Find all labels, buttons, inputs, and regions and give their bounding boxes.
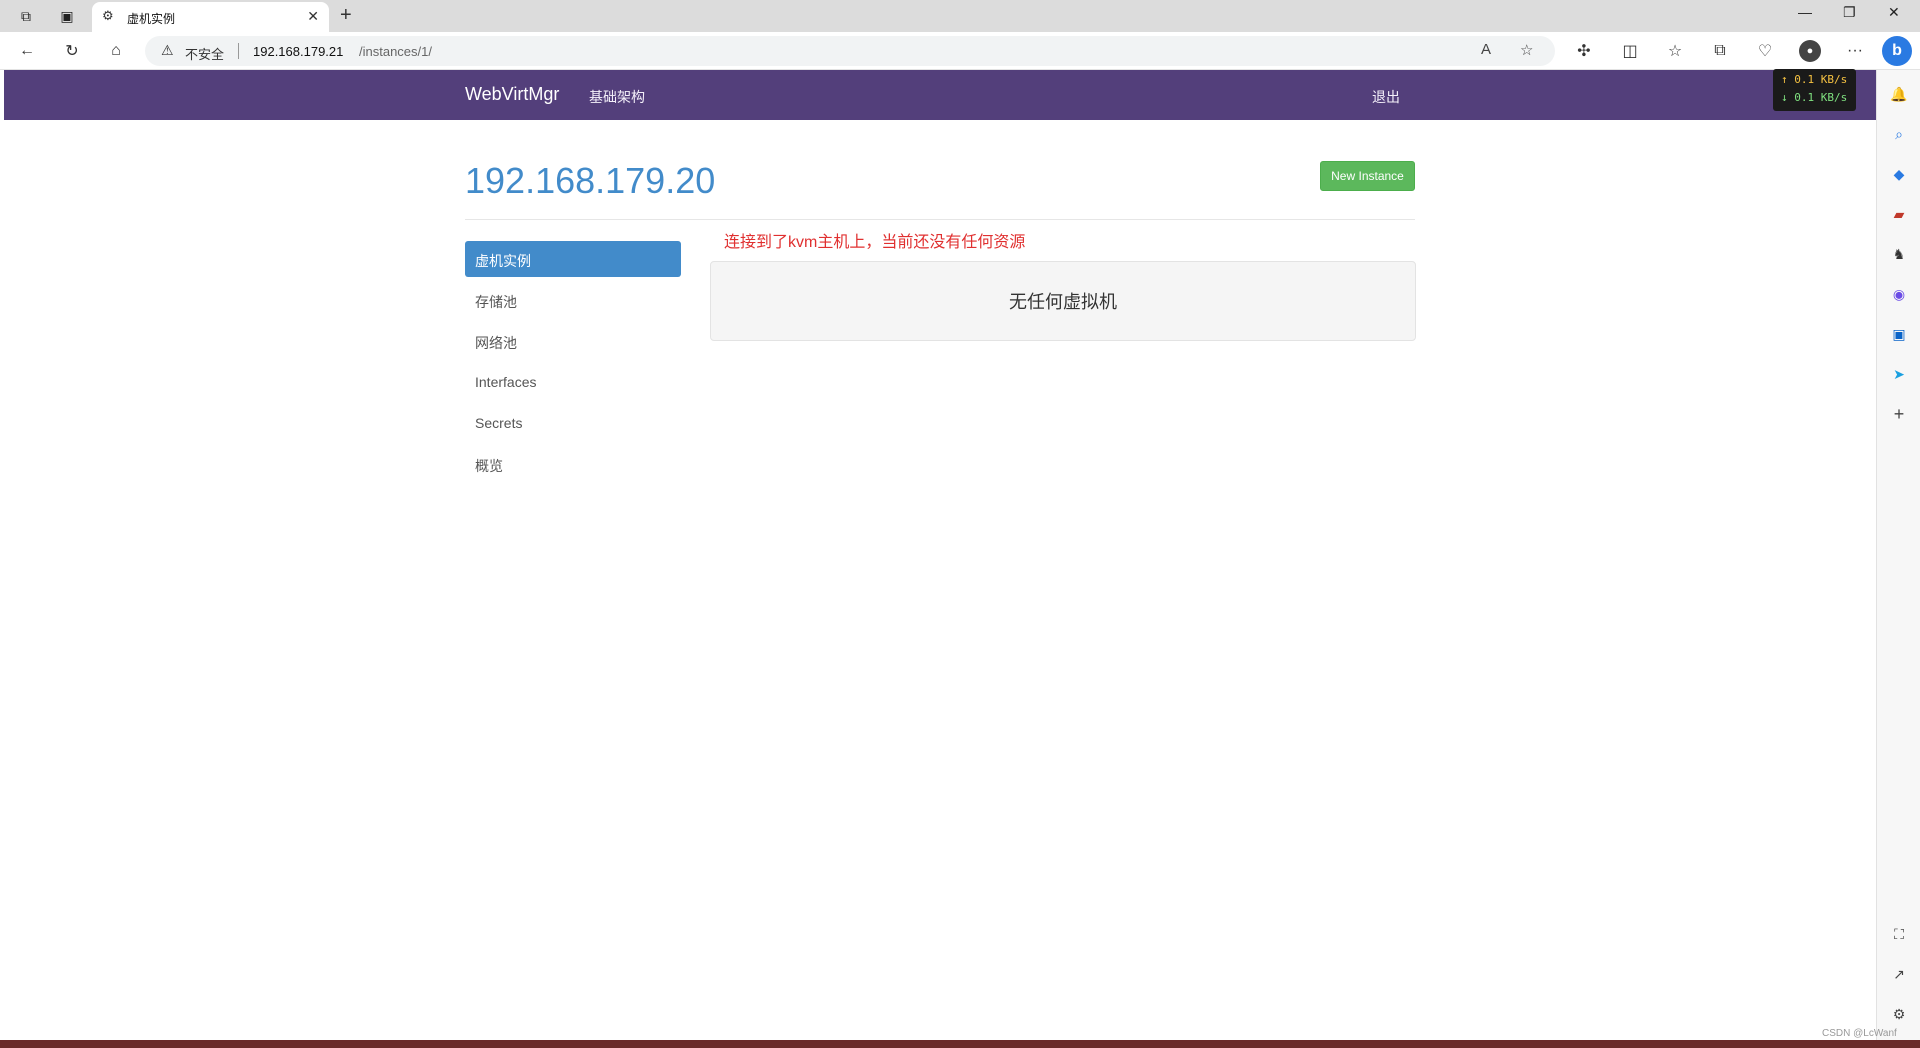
copilot-icon[interactable]: b	[1882, 36, 1912, 66]
security-label[interactable]: 不安全	[185, 44, 224, 63]
back-icon[interactable]: ←	[16, 40, 38, 62]
download-speed: ↓ 0.1 KB/s	[1781, 91, 1848, 104]
web-page: WebVirtMgr 基础架构 退出 192.168.179.20 New In…	[4, 70, 1876, 1040]
favorite-star-icon[interactable]: ☆	[1520, 41, 1533, 59]
office-icon[interactable]: ◉	[1889, 284, 1909, 304]
address-separator	[238, 43, 239, 59]
more-options-icon[interactable]: ···	[1844, 40, 1866, 62]
workspaces-icon[interactable]: ⧉	[16, 6, 36, 26]
collections-icon[interactable]: ⧉	[1709, 40, 1731, 62]
taskbar-strip	[0, 1040, 1920, 1048]
split-screen-icon[interactable]: ◫	[1619, 40, 1641, 62]
side-nav-item-overview[interactable]: 概览	[465, 446, 681, 482]
brand-link[interactable]: WebVirtMgr	[465, 84, 559, 105]
tab-actions-icon[interactable]: ▣	[57, 6, 77, 26]
screenshot-icon[interactable]: ⛶	[1889, 924, 1909, 944]
close-tab-icon[interactable]: ✕	[307, 8, 319, 25]
window-close-icon[interactable]: ✕	[1888, 4, 1900, 21]
tools-icon[interactable]: ▰	[1889, 204, 1909, 224]
side-nav-item-secrets[interactable]: Secrets	[465, 405, 681, 441]
empty-state-message: 无任何虚拟机	[1009, 292, 1117, 312]
minimize-icon[interactable]: —	[1798, 4, 1812, 20]
edge-sidebar: 🔔 ⌕ ◆ ▰ ♞ ◉ ▣ ➤ + ⛶ ↗ ⚙	[1876, 70, 1920, 1040]
tab-title: 虚机实例	[127, 12, 176, 26]
settings-gear-icon[interactable]: ⚙	[1889, 1004, 1909, 1024]
address-bar[interactable]: ⚠ 不安全 192.168.179.21 /instances/1/ A ☆	[145, 36, 1555, 66]
refresh-icon[interactable]: ↻	[61, 40, 83, 62]
page-title: 192.168.179.20	[465, 160, 716, 201]
url-host[interactable]: 192.168.179.21	[253, 44, 343, 59]
home-icon[interactable]: ⌂	[105, 40, 127, 62]
navbar: WebVirtMgr 基础架构 退出	[4, 70, 1876, 120]
nav-infrastructure-link[interactable]: 基础架构	[589, 87, 645, 107]
send-icon[interactable]: ➤	[1889, 364, 1909, 384]
add-sidebar-app-icon[interactable]: +	[1889, 404, 1909, 424]
open-external-icon[interactable]: ↗	[1889, 964, 1909, 984]
browser-essentials-icon[interactable]: ♡	[1754, 40, 1776, 62]
side-nav-item-storage[interactable]: 存储池	[465, 282, 681, 318]
logout-link[interactable]: 退出	[1372, 87, 1400, 107]
shopping-tag-icon[interactable]: ◆	[1889, 164, 1909, 184]
tab-favicon-icon: ⚙	[102, 8, 114, 23]
profile-avatar[interactable]: ●	[1799, 40, 1821, 62]
extensions-icon[interactable]: ✣	[1573, 40, 1595, 62]
watermark: CSDN @LcWanf	[1822, 1028, 1897, 1039]
new-tab-icon[interactable]: +	[340, 4, 352, 27]
restore-icon[interactable]: ❐	[1843, 4, 1856, 21]
outlook-icon[interactable]: ▣	[1889, 324, 1909, 344]
upload-speed: ↑ 0.1 KB/s	[1781, 73, 1848, 86]
divider	[465, 219, 1415, 220]
side-nav: 虚机实例 存储池 网络池 Interfaces Secrets 概览	[465, 241, 681, 487]
favorites-icon[interactable]: ☆	[1664, 40, 1686, 62]
games-icon[interactable]: ♞	[1889, 244, 1909, 264]
read-aloud-icon[interactable]: A	[1481, 41, 1491, 58]
warning-icon[interactable]: ⚠	[161, 42, 174, 59]
network-speed-widget: ↑ 0.1 KB/s ↓ 0.1 KB/s	[1773, 69, 1856, 111]
annotation-notice: 连接到了kvm主机上，当前还没有任何资源	[724, 234, 1026, 251]
browser-tab[interactable]: ⚙ 虚机实例 ✕	[92, 2, 329, 32]
side-nav-item-instances[interactable]: 虚机实例	[465, 241, 681, 277]
url-path[interactable]: /instances/1/	[359, 44, 432, 59]
browser-toolbar: ← ↻ ⌂ ⚠ 不安全 192.168.179.21 /instances/1/…	[0, 32, 1920, 70]
empty-state-panel: 无任何虚拟机	[710, 261, 1416, 341]
side-nav-item-networks[interactable]: 网络池	[465, 323, 681, 359]
new-instance-button[interactable]: New Instance	[1320, 161, 1415, 191]
side-nav-item-interfaces[interactable]: Interfaces	[465, 364, 681, 400]
search-icon[interactable]: ⌕	[1889, 124, 1909, 144]
browser-tab-strip: ⧉ ▣ ⚙ 虚机实例 ✕ + — ❐ ✕	[0, 0, 1920, 32]
notifications-icon[interactable]: 🔔	[1889, 84, 1909, 104]
